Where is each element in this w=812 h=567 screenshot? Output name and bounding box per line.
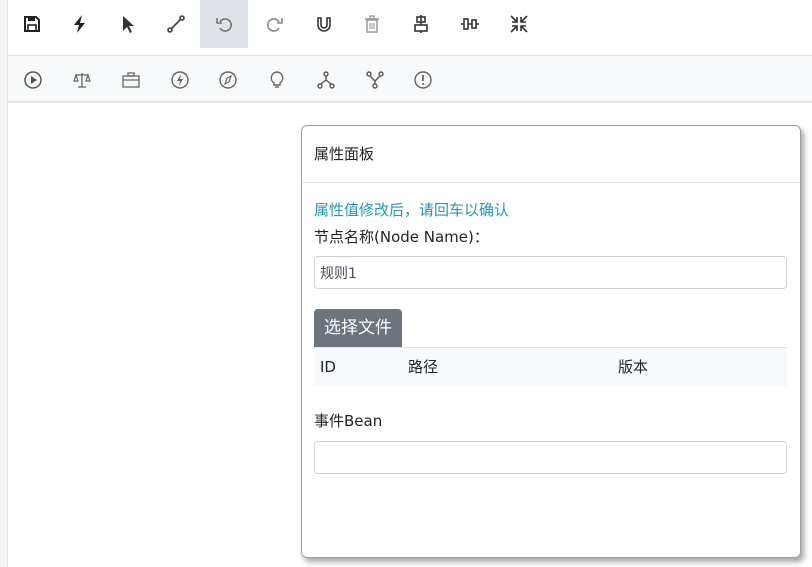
lightning-button[interactable] [56,0,104,48]
event-bean-label: 事件Bean [314,411,383,430]
delete-button[interactable] [348,0,396,48]
join-icon [366,70,384,89]
cursor-icon [123,16,134,33]
column-id: ID [314,347,402,386]
end-node-button[interactable] [403,56,443,103]
lightning-icon [74,15,85,33]
connector-icon [167,15,185,33]
choose-file-button[interactable]: 选择文件 [314,309,402,347]
event-bean-input[interactable] [314,440,787,474]
shape-toolbar [8,56,812,103]
exclamation-circle-icon [414,70,432,89]
connect-button[interactable] [152,0,200,48]
fork-icon [317,70,335,89]
node-name-input[interactable] [314,256,787,289]
top-toolbar [8,0,812,56]
align-middle-icon [461,18,479,30]
column-version: 版本 [612,347,787,386]
compass-icon [219,70,237,89]
app-root: 属性面板 属性值修改后，请回车以确认 节点名称(Node Name)： 选择文件… [0,0,812,567]
redo-button[interactable] [251,0,299,48]
task-node-button[interactable] [111,56,151,103]
confirm-hint: 属性值修改后，请回车以确认 [314,201,510,219]
decision-node-button[interactable] [257,56,297,103]
align-middle-button[interactable] [446,0,494,48]
start-node-button[interactable] [13,56,53,103]
collapse-icon [510,15,528,33]
lightbulb-icon [270,70,284,88]
align-center-button[interactable] [397,0,445,48]
undo-icon [216,18,232,32]
panel-title: 属性面板 [302,126,800,183]
magnet-icon [317,17,331,32]
left-border [0,0,8,567]
redo-icon [267,18,283,32]
save-icon [24,16,40,32]
trash-icon [365,15,379,33]
undo-button[interactable] [200,0,248,48]
node-name-label: 节点名称(Node Name)： [314,228,489,246]
join-node-button[interactable] [355,56,395,103]
briefcase-icon [122,71,140,88]
scale-icon [73,72,91,88]
script-node-button[interactable] [208,56,248,103]
align-center-icon [414,15,428,33]
fork-node-button[interactable] [306,56,346,103]
lightning-circle-icon [171,70,189,89]
magnet-button[interactable] [300,0,348,48]
collapse-button[interactable] [495,0,543,48]
rule-node-button[interactable] [62,56,102,103]
file-table: ID 路径 版本 [314,347,787,386]
panel-body: 属性值修改后，请回车以确认 节点名称(Node Name)： 选择文件 ID 路… [302,183,800,474]
save-button[interactable] [8,0,56,48]
pointer-button[interactable] [104,0,152,48]
column-path: 路径 [402,347,612,386]
event-node-button[interactable] [160,56,200,103]
file-table-header-row: ID 路径 版本 [314,347,787,386]
play-circle-icon [24,70,42,89]
properties-panel: 属性面板 属性值修改后，请回车以确认 节点名称(Node Name)： 选择文件… [301,125,801,558]
